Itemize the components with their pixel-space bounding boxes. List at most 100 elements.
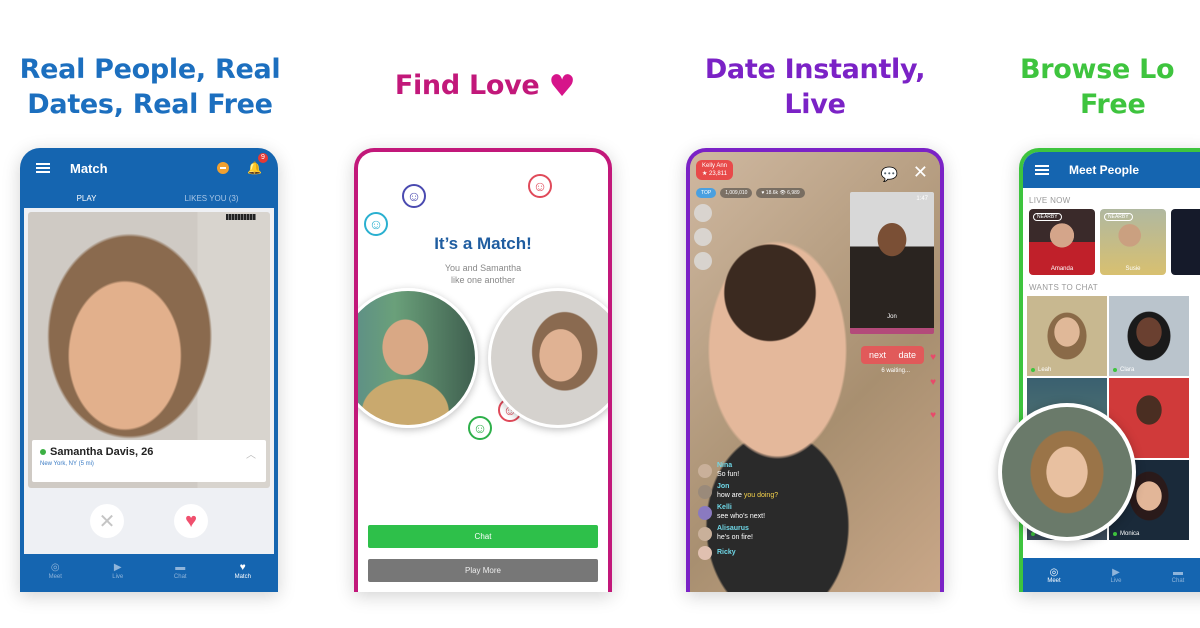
viewer-list — [694, 204, 714, 276]
nav-match[interactable]: ♥ Match — [212, 562, 275, 580]
notification-badge: 9 — [258, 153, 268, 163]
nav-chat[interactable]: ▬ Chat — [1147, 567, 1200, 584]
chat-message: Ricky — [698, 546, 778, 560]
viewer-avatar[interactable] — [694, 228, 712, 246]
headline-line-2: Dates, Real Free — [27, 89, 273, 120]
bottom-nav: ◎ Meet ▶ Live ▬ Chat ♥ Match — [24, 554, 274, 588]
avatar — [698, 526, 712, 541]
phone-match-screen: Match 🔔 9 PLAY LIKES YOU (3) Samantha Da… — [20, 148, 278, 592]
menu-icon[interactable] — [36, 163, 50, 173]
pip-name: Jon — [887, 314, 897, 320]
headline-real-people: Real People, Real Dates, Real Free — [0, 52, 300, 122]
viewer-avatar[interactable] — [694, 204, 712, 222]
profile-tile[interactable]: Clara — [1109, 296, 1189, 376]
heart-icon: ♥ — [930, 410, 936, 421]
tab-play[interactable]: PLAY — [24, 194, 149, 203]
profile-info[interactable]: Samantha Davis, 26 New York, NY (5 mi) ︿ — [32, 440, 266, 482]
bottom-nav: ◎ Meet ▶ Live ▬ Chat — [1023, 558, 1200, 592]
chat-icon: ▬ — [175, 562, 186, 573]
online-indicator — [40, 449, 46, 455]
subtitle-line: like one another — [450, 275, 516, 285]
host-name: Kelly Ann — [702, 163, 728, 169]
live-tile[interactable] — [1171, 209, 1200, 275]
play-icon: ▶ — [113, 562, 122, 573]
play-area: Samantha Davis, 26 New York, NY (5 mi) ︿… — [24, 208, 274, 554]
nearby-badge: NEARBY — [1104, 213, 1133, 221]
live-now-row: NEARBY Amanda NEARBY Susie — [1023, 209, 1200, 275]
app-bar: Match 🔔 9 — [24, 148, 274, 188]
app-title: Match — [70, 160, 108, 176]
host-badge[interactable]: Kelly Ann ★ 23,811 — [696, 160, 734, 180]
headline-find-love: Find Love ♥ — [340, 68, 630, 104]
headline-browse: Browse Lo Free — [1020, 52, 1200, 122]
nav-live[interactable]: ▶ Live — [1085, 567, 1147, 584]
avatar — [698, 463, 712, 478]
chat-icon: ▬ — [1173, 566, 1183, 578]
live-tile[interactable]: NEARBY Susie — [1100, 209, 1166, 275]
menu-icon[interactable] — [1035, 165, 1049, 175]
tile-name: Clara — [1120, 367, 1135, 373]
nav-chat[interactable]: ▬ Chat — [149, 562, 212, 580]
chat-message: Alisaurus he's on fire! — [698, 525, 778, 542]
smiley-icon: ☺ — [468, 416, 492, 440]
heart-icon: ♥ — [548, 69, 576, 104]
play-more-button[interactable]: Play More — [368, 559, 598, 582]
heart-icon: ♥ — [930, 352, 936, 363]
headline-line-1: Browse Lo — [1020, 54, 1175, 85]
app-title: Meet People — [1069, 163, 1140, 177]
chat-author: Kelli — [717, 504, 732, 511]
action-row: ✕ ♥ — [28, 504, 270, 538]
chat-bubbles-icon[interactable]: 💬 — [881, 166, 898, 183]
nav-label: Match — [234, 574, 251, 580]
chevron-up-icon[interactable]: ︿ — [246, 446, 256, 461]
top-badge: TOP — [696, 188, 717, 198]
pip-timer: 1:47 — [916, 196, 928, 202]
chat-author: Nina — [717, 462, 733, 469]
chat-author: Ricky — [717, 549, 736, 556]
phone-its-a-match: ☺ ☺ ☺ It’s a Match! You and Samantha lik… — [354, 148, 612, 592]
match-title: It’s a Match! — [434, 234, 532, 253]
tab-likes-you[interactable]: LIKES YOU (3) — [149, 194, 274, 203]
headline-date-instantly: Date Instantly, Live — [660, 52, 970, 122]
play-icon: ▶ — [1112, 566, 1120, 578]
section-label-live-now: LIVE NOW — [1029, 196, 1071, 205]
app-store-banner: Real People, Real Dates, Real Free Find … — [0, 0, 1200, 628]
nearby-badge: NEARBY — [1033, 213, 1062, 221]
nav-label: Live — [112, 574, 124, 580]
live-tile[interactable]: NEARBY Amanda — [1029, 209, 1095, 275]
tabs: PLAY LIKES YOU (3) — [24, 188, 274, 208]
like-button[interactable]: ♥ — [174, 504, 208, 538]
nav-meet[interactable]: ◎ Meet — [24, 562, 87, 580]
nav-label: Meet — [1047, 577, 1061, 584]
nav-label: Chat — [173, 574, 187, 580]
close-icon[interactable]: ✕ — [913, 162, 928, 183]
viewer-avatar[interactable] — [694, 252, 712, 270]
profile-tile[interactable]: Leah — [1027, 296, 1107, 376]
dislike-button[interactable]: ✕ — [90, 504, 124, 538]
chat-message: Nina So fun! — [698, 462, 778, 479]
nav-live[interactable]: ▶ Live — [87, 562, 150, 580]
tile-name: Susie — [1125, 266, 1141, 272]
headline-line-2: Live — [784, 89, 846, 120]
chat-button[interactable]: Chat — [368, 525, 598, 548]
coin-icon[interactable] — [217, 162, 230, 174]
notifications-button[interactable]: 🔔 9 — [247, 153, 268, 175]
nav-label: Meet — [48, 574, 62, 580]
subtitle-line: You and Samantha — [444, 263, 522, 273]
chat-message: Kelli see who's next! — [698, 504, 778, 521]
nav-label: Live — [1110, 577, 1122, 584]
meet-icon: ◎ — [1049, 566, 1059, 578]
waiting-count: 6 waiting... — [881, 368, 910, 374]
profile-card[interactable]: Samantha Davis, 26 New York, NY (5 mi) ︿ — [28, 212, 270, 488]
pip-video-jon[interactable]: 1:47 Jon — [850, 192, 934, 334]
online-indicator — [1031, 368, 1035, 372]
featured-profile-photo[interactable] — [998, 403, 1136, 541]
headline-line-2: Free — [1080, 89, 1146, 120]
nav-meet[interactable]: ◎ Meet — [1023, 567, 1085, 584]
bell-icon: 🔔 — [247, 161, 262, 175]
host-score: ★ 23,811 — [702, 171, 727, 177]
phone-live-date: Kelly Ann ★ 23,811 TOP 1,009,010 ♥ 18.6k… — [686, 148, 944, 592]
profile-location: New York, NY (5 mi) — [40, 461, 94, 467]
close-icon: ✕ — [98, 510, 116, 533]
next-date-button[interactable]: next date — [860, 346, 924, 364]
